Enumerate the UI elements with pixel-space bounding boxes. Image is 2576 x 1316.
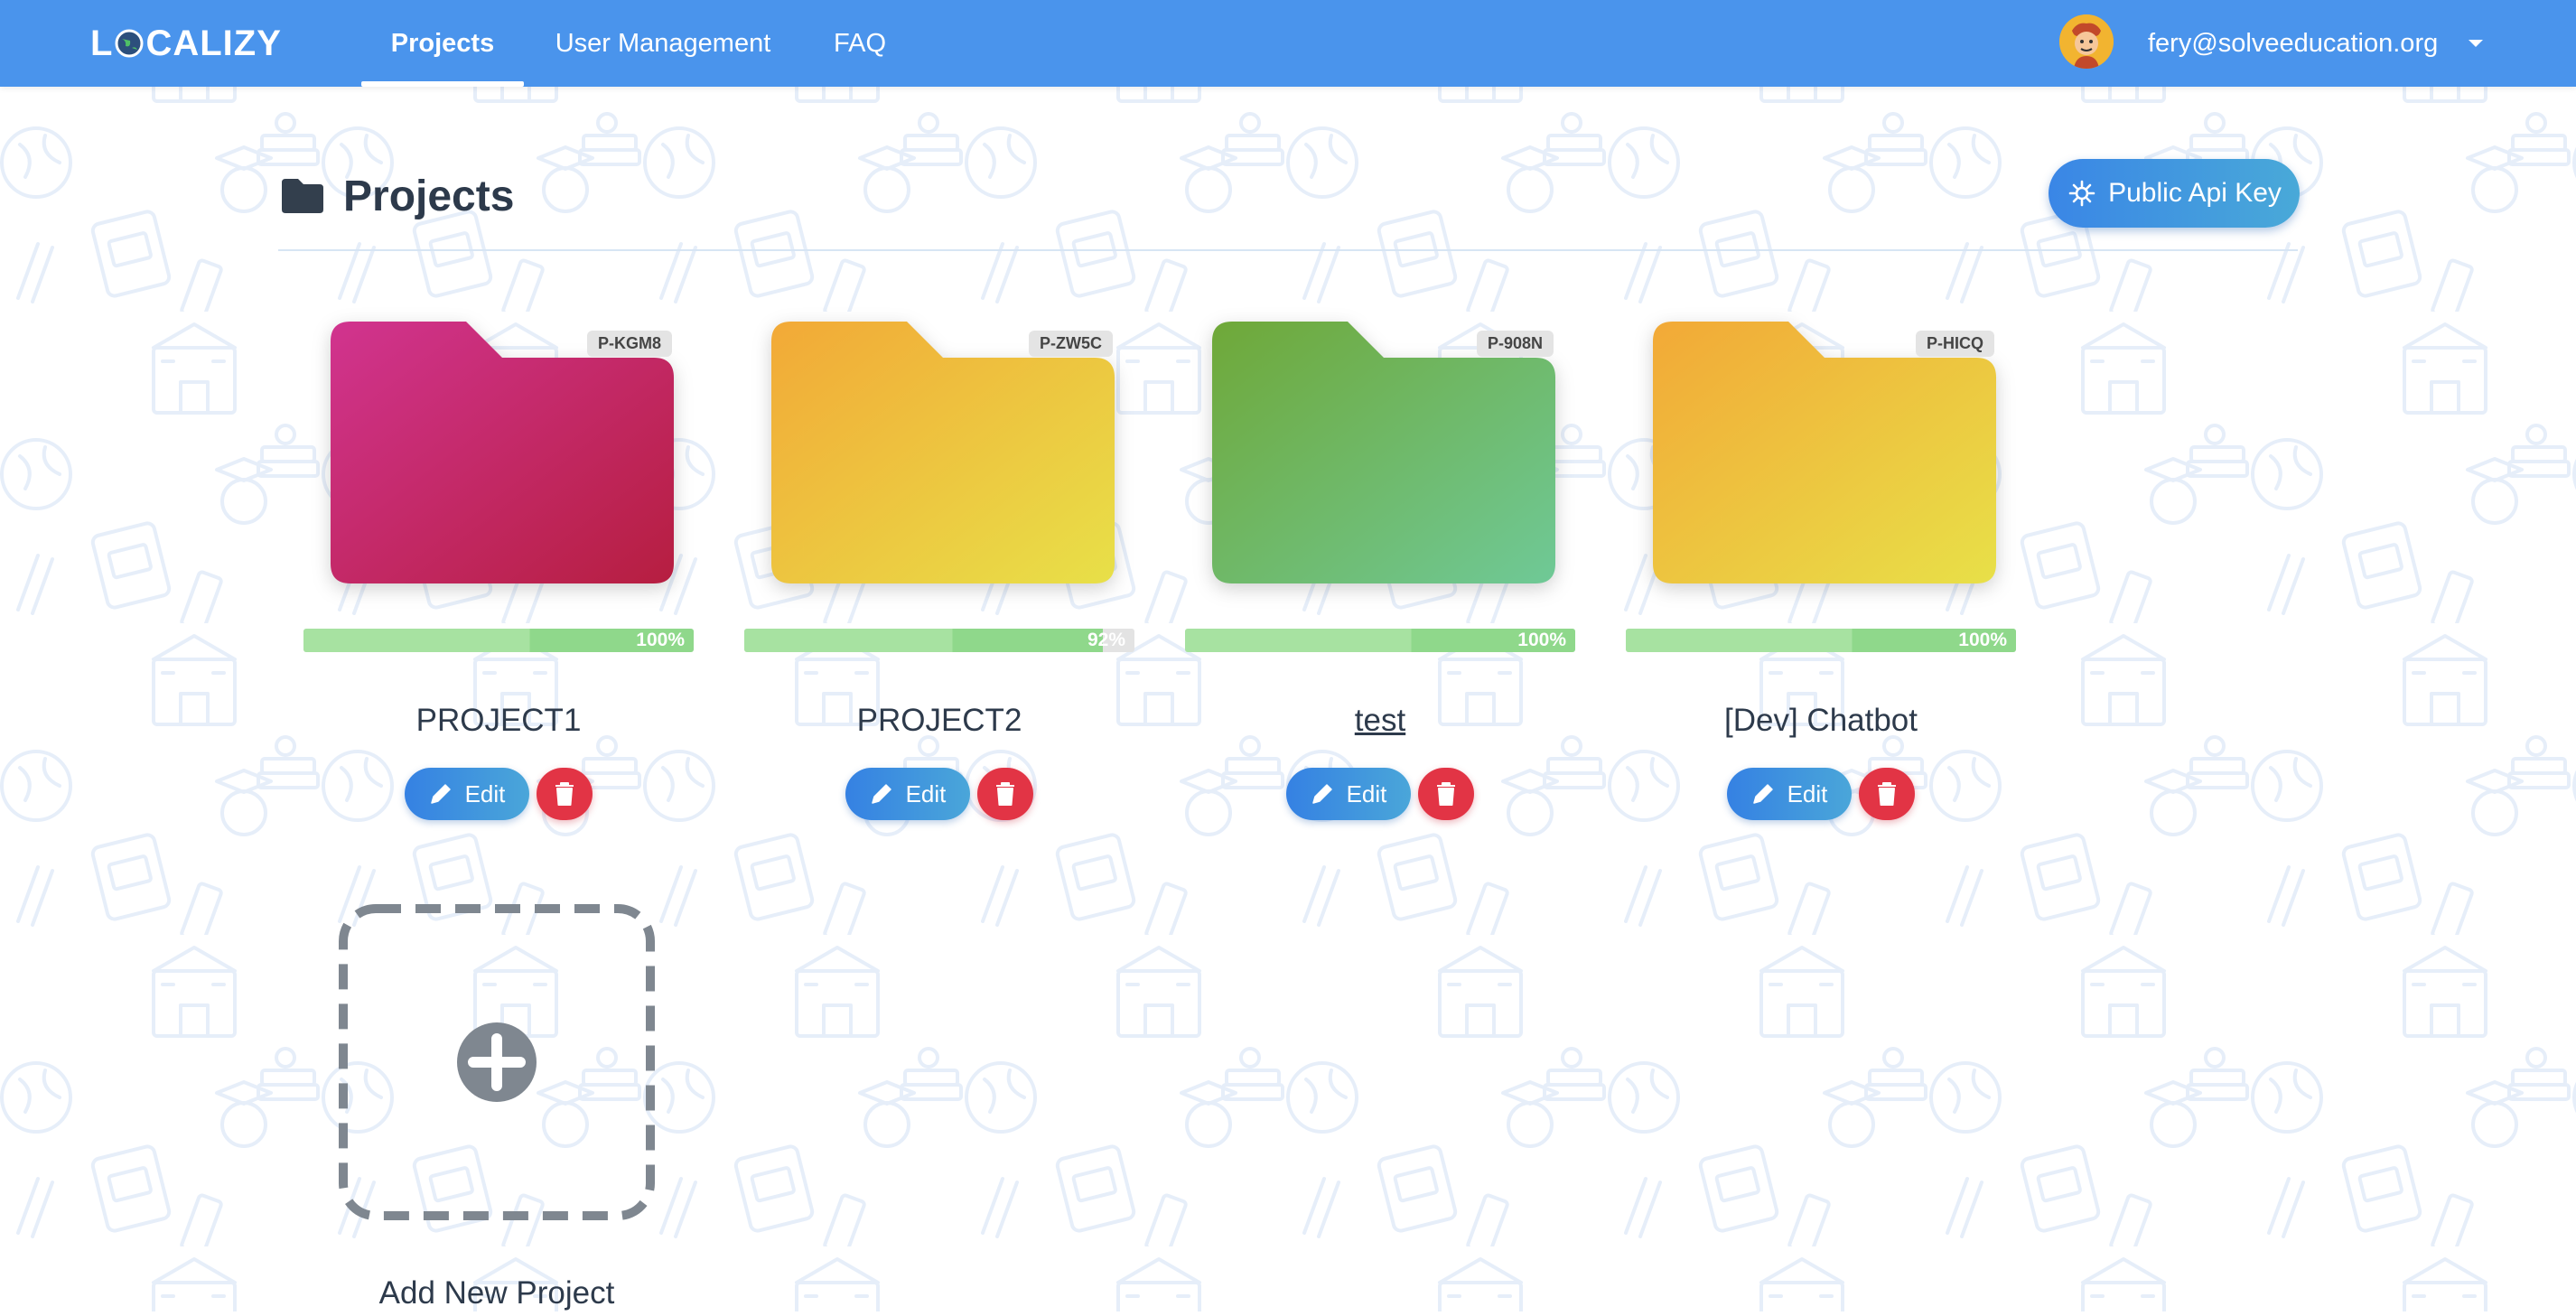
edit-button[interactable]: Edit [1286,768,1411,820]
add-project-dashed-box [339,904,655,1220]
user-email-dropdown[interactable]: fery@solveeducation.org [2148,0,2438,87]
project-code-badge: P-908N [1476,331,1554,357]
pencil-icon [1752,784,1773,804]
progress-bar: 100% [303,629,694,652]
globe-logo-icon [115,29,144,58]
project-folder[interactable]: P-KGM8 [331,322,674,583]
tab-faq-label: FAQ [833,28,886,58]
progress-label: 100% [1958,630,2007,650]
project-folder-icon [1653,322,1996,583]
add-new-project-label: Add New Project [378,1275,615,1311]
project-card[interactable]: P-KGM8 100% PROJECT1 Edit [303,322,701,827]
pencil-icon [1311,784,1332,804]
user-avatar-icon [2059,14,2114,69]
plus-circle-icon [457,1022,537,1102]
add-new-project-card[interactable]: Add New Project [334,903,659,1311]
trash-icon [1878,782,1896,806]
edit-button[interactable]: Edit [1727,768,1852,820]
delete-button[interactable] [1418,768,1474,820]
delete-button[interactable] [977,768,1033,820]
progress-label: 92% [1087,630,1125,650]
edit-label: Edit [1787,779,1828,807]
progress-bar: 92% [744,629,1134,652]
public-api-key-label: Public Api Key [2108,178,2282,208]
logo-letter-l: L [90,23,114,63]
tab-faq[interactable]: FAQ [824,0,896,87]
edit-button[interactable]: Edit [405,768,529,820]
project-code-badge: P-ZW5C [1029,331,1113,357]
progress-bar: 100% [1185,629,1575,652]
tab-projects-label: Projects [390,28,495,58]
page-header: Projects [278,154,2298,251]
project-name[interactable]: PROJECT1 [303,703,694,739]
project-card[interactable]: P-908N 100% test Edit [1185,322,1582,827]
project-folder-icon [771,322,1115,583]
delete-button[interactable] [537,768,593,820]
chevron-down-icon[interactable] [2466,34,2486,52]
project-folder-icon [1212,322,1555,583]
pencil-icon [871,784,891,804]
progress-label: 100% [636,630,685,650]
page-title: Projects [343,173,515,220]
logo[interactable]: L CALIZY [90,20,282,67]
progress-bar: 100% [1626,629,2016,652]
top-navbar: L CALIZY Projects User Management FAQ fe… [0,0,2576,87]
project-folder[interactable]: P-ZW5C [771,322,1115,583]
trash-icon [555,782,574,806]
project-actions: Edit [1626,768,2016,820]
edit-button[interactable]: Edit [845,768,970,820]
project-actions: Edit [1185,768,1575,820]
project-folder-icon [331,322,674,583]
tab-user-management-label: User Management [555,28,771,58]
pencil-icon [430,784,451,804]
public-api-key-button[interactable]: Public Api Key [2049,159,2300,228]
edit-label: Edit [1346,779,1387,807]
project-name[interactable]: test [1185,703,1575,739]
project-code-badge: P-KGM8 [586,331,672,357]
tab-projects[interactable]: Projects [361,0,524,87]
tab-user-management[interactable]: User Management [549,0,777,87]
trash-icon [1437,782,1455,806]
folder-icon [282,179,323,213]
edit-label: Edit [464,779,506,807]
project-folder[interactable]: P-908N [1212,322,1555,583]
edit-label: Edit [905,779,947,807]
project-card[interactable]: P-ZW5C 92% PROJECT2 Edit [744,322,1142,827]
progress-label: 100% [1517,630,1566,650]
trash-icon [996,782,1014,806]
progress-fill [1185,629,1575,652]
user-email: fery@solveeducation.org [2148,28,2439,58]
api-key-icon [2068,180,2095,207]
project-folder[interactable]: P-HICQ [1653,322,1996,583]
delete-button[interactable] [1859,768,1915,820]
project-actions: Edit [744,768,1134,820]
progress-fill [303,629,694,652]
project-name[interactable]: PROJECT2 [744,703,1134,739]
progress-fill [744,629,1104,652]
project-actions: Edit [303,768,694,820]
project-code-badge: P-HICQ [1916,331,1994,357]
avatar[interactable] [2059,14,2114,69]
progress-fill [1626,629,2016,652]
project-name[interactable]: [Dev] Chatbot [1626,703,2016,739]
project-card[interactable]: P-HICQ 100% [Dev] Chatbot Edit [1626,322,2023,827]
logo-text: CALIZY [145,23,282,63]
